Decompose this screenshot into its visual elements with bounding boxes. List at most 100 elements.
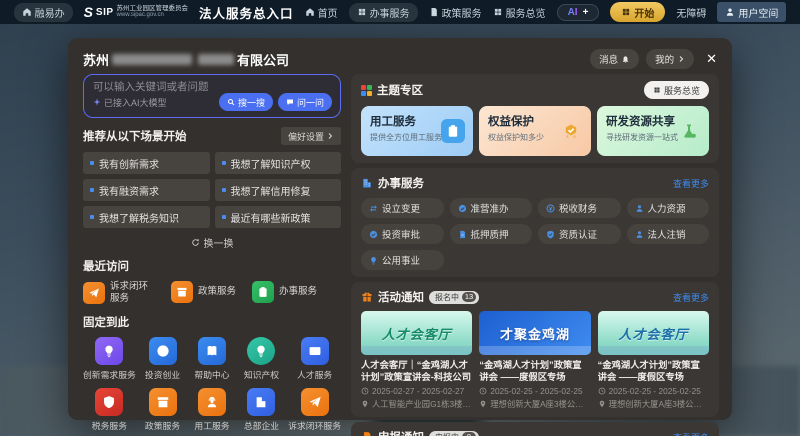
scenario-grid: 我有创新需求 我想了解知识产权 我有融资需求 我想了解信用修复 我想了解税务知识… bbox=[83, 152, 341, 228]
clipboard-icon bbox=[446, 124, 460, 138]
pin-icon bbox=[479, 400, 487, 408]
search-input[interactable] bbox=[93, 81, 332, 93]
pinned-item[interactable]: 投资创业 bbox=[140, 337, 185, 381]
pinned-item[interactable]: 诉求闭环服务 bbox=[288, 388, 341, 432]
theme-card-employment[interactable]: 用工服务 提供全方位用工服务 bbox=[361, 106, 473, 156]
clock-icon bbox=[598, 387, 606, 395]
user-space-button[interactable]: 用户空间 bbox=[717, 2, 786, 22]
activities-more-link[interactable]: 查看更多 bbox=[673, 291, 709, 304]
paper-plane-icon bbox=[308, 395, 322, 409]
pinned-item[interactable]: 用工服务 bbox=[189, 388, 234, 432]
bullet-icon bbox=[222, 215, 226, 219]
service-pill[interactable]: 法人注销 bbox=[627, 224, 710, 244]
scenarios-title: 推荐从以下场景开始 bbox=[83, 128, 187, 144]
left-column: 已接入AI大模型 搜一搜 问一问 推荐从以下场景开 bbox=[83, 74, 341, 412]
scenario-item[interactable]: 我有融资需求 bbox=[83, 179, 210, 201]
service-pill[interactable]: 税收财务 bbox=[538, 198, 621, 218]
pinned-item[interactable]: 总部企业 bbox=[239, 388, 284, 432]
service-pill[interactable]: 公用事业 bbox=[361, 250, 444, 270]
home-icon bbox=[305, 7, 315, 17]
start-button[interactable]: 开始 bbox=[610, 2, 665, 22]
theme-card-rnd[interactable]: 研发资源共享 寻找研发资源一站式 bbox=[597, 106, 709, 156]
declarations-more-link[interactable]: 查看更多 bbox=[673, 431, 709, 436]
service-overview-button[interactable]: 服务总览 bbox=[644, 81, 709, 99]
grid-icon bbox=[357, 7, 367, 17]
bulb-icon bbox=[369, 256, 378, 265]
pinned-item[interactable]: 知识产权 bbox=[239, 337, 284, 381]
pin-icon bbox=[598, 400, 606, 408]
pinned-item[interactable]: 创新需求服务 bbox=[83, 337, 136, 381]
nav-work-services[interactable]: 办事服务 bbox=[349, 3, 418, 22]
bullet-icon bbox=[222, 161, 226, 165]
activities-badge: 报名中 13 bbox=[429, 291, 479, 304]
service-pill[interactable]: 投资审批 bbox=[361, 224, 444, 244]
activity-card[interactable]: 人才会客厅 人才会客厅｜“金鸡湖人才计划”政策宣讲会-科技公司专场 2025-0… bbox=[361, 311, 472, 410]
modal-header: 苏州 有限公司 消息 我的 ✕ bbox=[83, 47, 719, 71]
service-pill[interactable]: 准营准办 bbox=[450, 198, 533, 218]
clipboard-icon bbox=[257, 286, 269, 298]
refresh-button[interactable]: 换一换 bbox=[83, 235, 341, 250]
grid-icon bbox=[653, 86, 661, 94]
worker-icon bbox=[205, 395, 219, 409]
company-service-modal: 苏州 有限公司 消息 我的 ✕ 已接入 bbox=[68, 38, 732, 420]
preferences-button[interactable]: 偏好设置 bbox=[281, 127, 341, 145]
scenario-item[interactable]: 我想了解税务知识 bbox=[83, 206, 210, 228]
skyline-graphic bbox=[598, 346, 709, 355]
pinned-item[interactable]: 人才服务 bbox=[288, 337, 341, 381]
recent-item[interactable]: 办事服务 bbox=[252, 281, 317, 303]
rongyiban-button[interactable]: 融易办 bbox=[14, 3, 73, 22]
sparkle-icon bbox=[93, 98, 101, 106]
activity-title: 人才会客厅｜“金鸡湖人才计划”政策宣讲会-科技公司专场 bbox=[361, 359, 472, 383]
bullet-icon bbox=[90, 161, 94, 165]
recent-item[interactable]: 政策服务 bbox=[171, 281, 236, 303]
accessibility-link[interactable]: 无障碍 bbox=[676, 5, 706, 20]
scenario-item[interactable]: 我有创新需求 bbox=[83, 152, 210, 174]
bullet-icon bbox=[90, 215, 94, 219]
scenario-item[interactable]: 最近有哪些新政策 bbox=[215, 206, 342, 228]
id-card-icon bbox=[308, 344, 322, 358]
recent-list: 诉求闭环服务 政策服务 办事服务 bbox=[83, 281, 341, 305]
close-icon[interactable]: ✕ bbox=[704, 51, 719, 67]
nav-policy-services[interactable]: 政策服务 bbox=[429, 5, 482, 20]
scenario-item[interactable]: 我想了解信用修复 bbox=[215, 179, 342, 201]
search-button[interactable]: 搜一搜 bbox=[219, 93, 273, 111]
pinned-title: 固定到此 bbox=[83, 314, 129, 330]
service-pill[interactable]: 资质认证 bbox=[538, 224, 621, 244]
activity-card[interactable]: 人才会客厅 “金鸡湖人才计划”政策宣讲会 ——度假区专场 2025-02-25 … bbox=[598, 311, 709, 410]
grid-icon bbox=[493, 7, 503, 17]
theme-card-rights[interactable]: 权益保护 权益保护知多少 bbox=[479, 106, 591, 156]
ask-button[interactable]: 问一问 bbox=[278, 93, 332, 111]
ai-plus-button[interactable]: AI+ bbox=[557, 4, 600, 21]
refresh-icon bbox=[191, 238, 200, 247]
messages-button[interactable]: 消息 bbox=[590, 49, 639, 69]
swap-arrows-icon bbox=[369, 204, 378, 213]
declarations-badge: 申报中 8 bbox=[429, 431, 479, 436]
service-pill[interactable]: 抵押质押 bbox=[450, 224, 533, 244]
check-circle-icon bbox=[369, 230, 378, 239]
book-icon bbox=[205, 344, 219, 358]
pinned-item[interactable]: 帮助中心 bbox=[189, 337, 234, 381]
service-pill[interactable]: 设立变更 bbox=[361, 198, 444, 218]
mine-button[interactable]: 我的 bbox=[646, 49, 694, 69]
nav-home[interactable]: 首页 bbox=[305, 5, 338, 20]
activity-banner: 才聚金鸡湖 bbox=[479, 311, 590, 355]
clock-icon bbox=[361, 387, 369, 395]
scenario-item[interactable]: 我想了解知识产权 bbox=[215, 152, 342, 174]
pinned-item[interactable]: 税务服务 bbox=[83, 388, 136, 432]
medal-icon bbox=[563, 123, 579, 139]
activity-banner: 人才会客厅 bbox=[598, 311, 709, 355]
bullet-icon bbox=[90, 188, 94, 192]
activity-date: 2025-02-25 - 2025-02-25 bbox=[479, 386, 590, 396]
doc-icon bbox=[361, 431, 373, 436]
service-pill[interactable]: 人力资源 bbox=[627, 198, 710, 218]
person-icon bbox=[635, 204, 644, 213]
recent-item[interactable]: 诉求闭环服务 bbox=[83, 281, 155, 305]
activity-location: 人工智能产业园G1栋3楼3号会... bbox=[361, 398, 472, 410]
activity-card[interactable]: 才聚金鸡湖 “金鸡湖人才计划”政策宣讲会 ——度假区专场 2025-02-25 … bbox=[479, 311, 590, 410]
work-services-more-link[interactable]: 查看更多 bbox=[673, 177, 709, 190]
person-icon bbox=[635, 230, 644, 239]
chevron-right-icon bbox=[677, 55, 685, 63]
nav-service-overview[interactable]: 服务总览 bbox=[493, 5, 546, 20]
pinned-item[interactable]: 政策服务 bbox=[140, 388, 185, 432]
archive-box-icon bbox=[156, 395, 170, 409]
